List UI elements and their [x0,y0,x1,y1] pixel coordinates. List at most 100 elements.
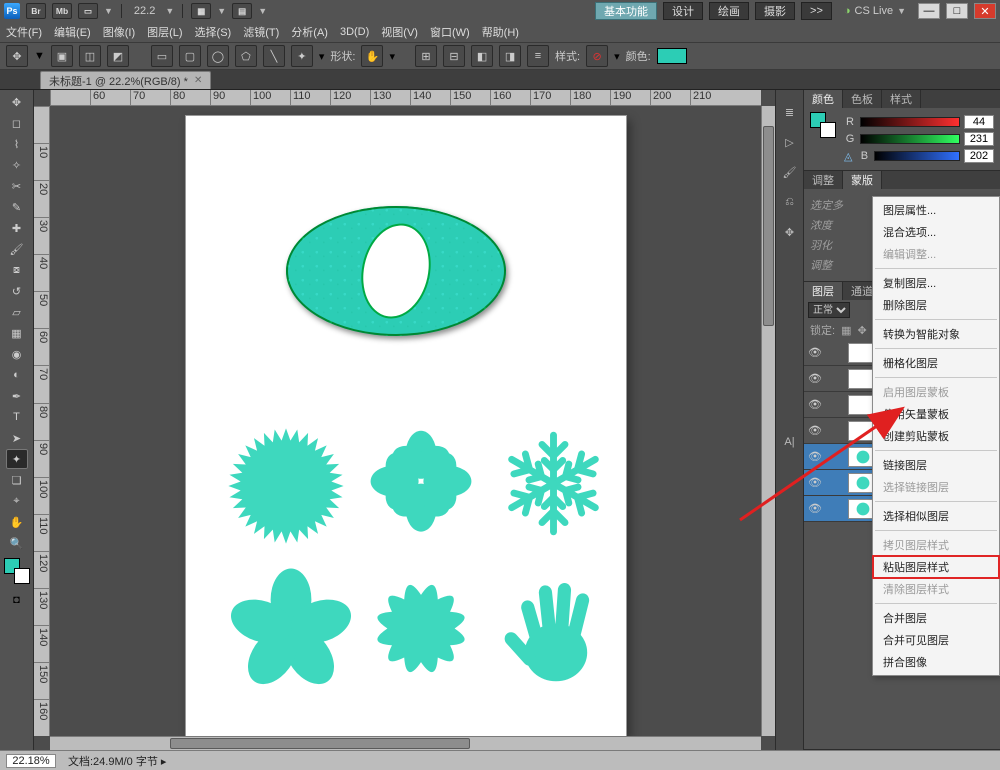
menu-help[interactable]: 帮助(H) [482,24,519,40]
context-menu-item[interactable]: 合并图层 [873,607,999,629]
lasso-tool-icon[interactable]: ⌇ [6,134,28,154]
r-value[interactable]: 44 [964,115,994,129]
3d-tool-icon[interactable]: ❏ [6,470,28,490]
visibility-toggle-icon[interactable]: 👁 [804,372,826,385]
marquee-tool-icon[interactable]: ◻ [6,113,28,133]
context-menu-item[interactable]: 栅格化图层 [873,352,999,374]
stamp-tool-icon[interactable]: ⧇ [6,260,28,280]
fillpixel-mode-icon[interactable]: ◩ [107,45,129,67]
tab-swatches[interactable]: 色板 [843,90,882,108]
tab-adjust[interactable]: 调整 [804,171,843,189]
move-tool-icon[interactable]: ✥ [6,92,28,112]
status-zoom[interactable]: 22.18% [6,754,56,768]
blur-tool-icon[interactable]: ◉ [6,344,28,364]
g-slider[interactable] [860,134,960,144]
workspace-tab-photo[interactable]: 摄影 [755,2,795,20]
history-brush-tool-icon[interactable]: ↺ [6,281,28,301]
window-maximize-button[interactable]: □ [946,3,968,19]
chevron-down-icon[interactable]: ▾ [614,50,620,63]
chevron-down-icon[interactable]: ▼ [34,50,45,62]
combine-sub-icon[interactable]: ⊟ [443,45,465,67]
context-menu-item[interactable]: 粘贴图层样式 [873,556,999,578]
panel-fgbg-swatch[interactable] [810,112,836,138]
workspace-tab-painting[interactable]: 绘画 [709,2,749,20]
b-value[interactable]: 202 [964,149,994,163]
scrollbar-horizontal[interactable] [50,736,761,750]
window-close-button[interactable]: ✕ [974,3,996,19]
workspace-tab-design[interactable]: 设计 [663,2,703,20]
visibility-toggle-icon[interactable]: 👁 [804,502,826,515]
context-menu-item[interactable]: 混合选项... [873,221,999,243]
brush-tool-icon[interactable]: 🖌 [6,239,28,259]
chevron-down-icon[interactable]: ▾ [319,50,325,63]
menu-layer[interactable]: 图层(L) [147,24,182,40]
hand-tool-icon[interactable]: ✋ [6,512,28,532]
document-tab[interactable]: 未标题-1 @ 22.2%(RGB/8) * ✕ [40,71,211,89]
blend-mode-select[interactable]: 正常 [808,302,850,318]
roundrect-shape-icon[interactable]: ▢ [179,45,201,67]
chevron-down-icon[interactable]: ▼ [217,6,226,16]
context-menu-item[interactable]: 链接图层 [873,454,999,476]
visibility-toggle-icon[interactable]: 👁 [804,346,826,359]
menu-analysis[interactable]: 分析(A) [291,24,328,40]
cslive-button[interactable]: ◑CS Live▼ [838,5,912,17]
path-mode-icon[interactable]: ◫ [79,45,101,67]
workspace-more[interactable]: >> [801,2,832,20]
menu-select[interactable]: 选择(S) [195,24,232,40]
chevron-down-icon[interactable]: ▼ [258,6,267,16]
hand-shape-icon[interactable]: ✋ [361,45,383,67]
wand-tool-icon[interactable]: ✧ [6,155,28,175]
eraser-tool-icon[interactable]: ▱ [6,302,28,322]
tool-preset-icon[interactable]: ✥ [6,45,28,67]
arrange-icon[interactable]: ▦ [191,3,211,19]
visibility-toggle-icon[interactable]: 👁 [804,476,826,489]
context-menu-item[interactable]: 图层属性... [873,199,999,221]
menu-image[interactable]: 图像(I) [103,24,135,40]
scrollbar-vertical[interactable] [761,106,775,736]
clone-panel-icon[interactable]: ⎌ [780,192,800,212]
chevron-down-icon[interactable]: ▾ [389,50,395,63]
eyedropper-tool-icon[interactable]: ✎ [6,197,28,217]
context-menu-item[interactable]: 选择相似图层 [873,505,999,527]
align-icon[interactable]: ≡ [527,45,549,67]
actions-panel-icon[interactable]: ▷ [780,132,800,152]
polygon-shape-icon[interactable]: ⬠ [235,45,257,67]
tab-color[interactable]: 颜色 [804,90,843,108]
menu-view[interactable]: 视图(V) [381,24,418,40]
context-menu-item[interactable]: 删除图层 [873,294,999,316]
custom-shape-icon[interactable]: ✦ [291,45,313,67]
menu-3d[interactable]: 3D(D) [340,26,369,38]
visibility-toggle-icon[interactable]: 👁 [804,424,826,437]
g-value[interactable]: 231 [964,132,994,146]
type-tool-icon[interactable]: T [6,407,28,427]
character-panel-icon[interactable]: A| [780,432,800,452]
context-menu-item[interactable]: 创建剪贴蒙板 [873,425,999,447]
context-menu-item[interactable]: 合并可见图层 [873,629,999,651]
tab-layers[interactable]: 图层 [804,282,843,300]
brush-panel-icon[interactable]: 🖌 [780,162,800,182]
gradient-tool-icon[interactable]: ▦ [6,323,28,343]
path-select-tool-icon[interactable]: ➤ [6,428,28,448]
screen-mode-icon[interactable]: ▭ [78,3,98,19]
crop-tool-icon[interactable]: ✂ [6,176,28,196]
tab-mask[interactable]: 蒙版 [843,171,882,189]
tools-presets-icon[interactable]: ✥ [780,222,800,242]
fg-bg-swatch[interactable] [4,558,30,584]
zoom-level[interactable]: 22.2 [130,5,159,17]
visibility-toggle-icon[interactable]: 👁 [804,450,826,463]
context-menu-item[interactable]: 转换为智能对象 [873,323,999,345]
close-tab-icon[interactable]: ✕ [194,75,202,86]
document-canvas[interactable] [186,116,626,736]
chevron-down-icon[interactable]: ▼ [165,6,174,16]
window-minimize-button[interactable]: — [918,3,940,19]
context-menu-item[interactable]: 复制图层... [873,272,999,294]
dodge-tool-icon[interactable]: ◐ [6,365,28,385]
combine-int-icon[interactable]: ◧ [471,45,493,67]
lock-pixels-icon[interactable]: ▦ [841,324,851,337]
zoom-tool-icon[interactable]: 🔍 [6,533,28,553]
extras-icon[interactable]: ▤ [232,3,252,19]
context-menu-item[interactable]: 拼合图像 [873,651,999,673]
pen-tool-icon[interactable]: ✒ [6,386,28,406]
menu-window[interactable]: 窗口(W) [430,24,470,40]
menu-filter[interactable]: 滤镜(T) [243,24,279,40]
